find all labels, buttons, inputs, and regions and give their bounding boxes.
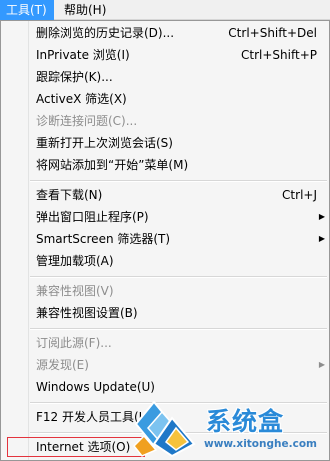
menu-item-compat-view: 兼容性视图(V) — [1, 280, 329, 302]
xitonghe-logo-icon — [132, 400, 196, 458]
menu-item-windows-update[interactable]: Windows Update(U) — [1, 376, 329, 398]
submenu-arrow-icon: ▶ — [318, 212, 325, 221]
menu-item-shortcut: Ctrl+Shift+Del — [228, 26, 317, 40]
menu-item-label: 跟踪保护(K)... — [36, 70, 113, 84]
menu-item-popup-blocker[interactable]: 弹出窗口阻止程序(P) ▶ — [1, 206, 329, 228]
menu-item-label: 诊断连接问题(C)... — [36, 114, 138, 128]
menu-item-label: ActiveX 筛选(X) — [36, 92, 127, 106]
menu-item-diagnose-connection: 诊断连接问题(C)... — [1, 110, 329, 132]
menu-item-smartscreen[interactable]: SmartScreen 筛选器(T) ▶ — [1, 228, 329, 250]
menu-item-label: Windows Update(U) — [36, 380, 155, 394]
watermark-title: 系统盒 — [206, 407, 285, 436]
menu-item-label: 删除浏览的历史记录(D)... — [36, 26, 175, 40]
menu-item-delete-history[interactable]: 删除浏览的历史记录(D)... Ctrl+Shift+Del — [1, 22, 329, 44]
tools-dropdown-menu: 删除浏览的历史记录(D)... Ctrl+Shift+Del InPrivate… — [0, 20, 330, 461]
menu-item-label: 查看下载(N) — [36, 188, 103, 202]
menu-item-inprivate[interactable]: InPrivate 浏览(I) Ctrl+Shift+P — [1, 44, 329, 66]
submenu-arrow-icon: ▶ — [318, 234, 325, 243]
menu-item-feed-discovery: 源发现(E) ▶ — [1, 354, 329, 376]
menu-item-label: InPrivate 浏览(I) — [36, 48, 130, 62]
submenu-arrow-icon: ▶ — [318, 360, 325, 369]
menu-item-shortcut: Ctrl+Shift+P — [241, 48, 317, 62]
menu-item-label: 兼容性视图(V) — [36, 284, 114, 298]
watermark-url: www.xitonghe.com — [204, 438, 317, 450]
watermark: 系统盒 www.xitonghe.com — [132, 398, 328, 458]
menu-item-label: SmartScreen 筛选器(T) — [36, 232, 171, 246]
menu-item-view-downloads[interactable]: 查看下载(N) Ctrl+J — [1, 184, 329, 206]
menu-item-compat-view-settings[interactable]: 兼容性视图设置(B) — [1, 302, 329, 324]
menu-item-label: 兼容性视图设置(B) — [36, 306, 138, 320]
menu-item-label: Internet 选项(O) — [36, 440, 131, 454]
menu-item-label: 将网站添加到“开始”菜单(M) — [36, 158, 189, 172]
menu-item-label: 弹出窗口阻止程序(P) — [36, 210, 149, 224]
menu-help[interactable]: 帮助(H) — [58, 0, 112, 20]
menu-item-tracking-protection[interactable]: 跟踪保护(K)... — [1, 66, 329, 88]
menu-item-label: 重新打开上次浏览会话(S) — [36, 136, 173, 150]
menu-separator — [30, 276, 327, 278]
menu-item-internet-options[interactable]: Internet 选项(O) — [6, 436, 146, 458]
menu-item-shortcut: Ctrl+J — [282, 188, 317, 202]
menu-item-label: 管理加载项(A) — [36, 254, 114, 268]
menu-item-add-to-start[interactable]: 将网站添加到“开始”菜单(M) — [1, 154, 329, 176]
menu-item-activex-filter[interactable]: ActiveX 筛选(X) — [1, 88, 329, 110]
menu-item-manage-addons[interactable]: 管理加载项(A) — [1, 250, 329, 272]
menu-item-reopen-session[interactable]: 重新打开上次浏览会话(S) — [1, 132, 329, 154]
menu-separator — [30, 328, 327, 330]
menu-item-label: 源发现(E) — [36, 358, 89, 372]
menu-tools[interactable]: 工具(T) — [0, 0, 54, 20]
menu-item-label: 订阅此源(F)... — [36, 336, 112, 350]
menu-item-subscribe-feed: 订阅此源(F)... — [1, 332, 329, 354]
menu-bar: 工具(T) 帮助(H) — [0, 0, 330, 20]
menu-separator — [30, 180, 327, 182]
